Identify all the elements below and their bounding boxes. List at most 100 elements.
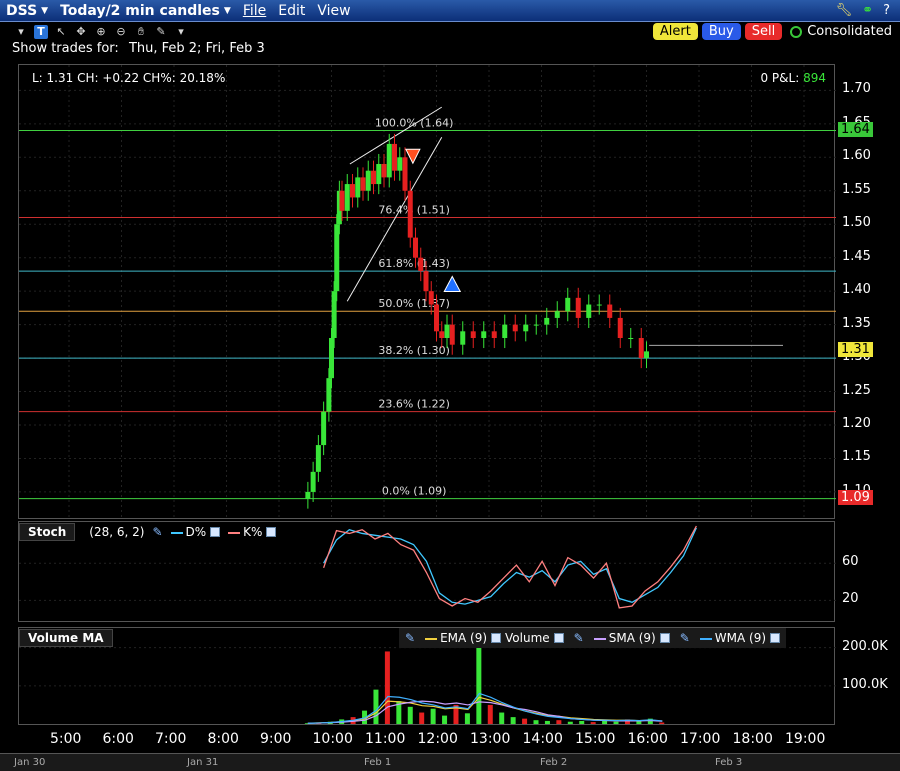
candle-body <box>397 157 403 171</box>
fib-level-label: 50.0% (1.37) <box>378 297 450 310</box>
candle-body <box>596 304 602 306</box>
volume-bar <box>567 721 573 724</box>
symbol-selector[interactable]: DSS ▼ <box>0 0 54 22</box>
volume-label: Volume <box>505 631 550 645</box>
candle-body <box>360 177 366 191</box>
time-tick-label: 17:00 <box>680 731 721 747</box>
d-checkbox[interactable] <box>210 527 221 537</box>
more-icon[interactable]: ▾ <box>174 25 188 39</box>
price-chart-panel[interactable]: 100.0% (1.64) 76.4% (1.51) 61.8% (1.43) 50.… <box>18 64 836 520</box>
wma-checkbox[interactable] <box>770 633 781 643</box>
k-checkbox[interactable] <box>266 527 277 537</box>
zoom-out-icon[interactable]: ⊖ <box>114 25 128 39</box>
stoch-axis: 60 20 <box>836 521 900 622</box>
settings-icon[interactable]: ✎ <box>152 525 162 539</box>
consolidated-label: Consolidated <box>807 24 892 39</box>
stoch-title[interactable]: Stoch <box>19 523 76 541</box>
k-label: K% <box>243 525 263 539</box>
trades-days: Thu, Feb 2; Fri, Feb 3 <box>128 41 265 56</box>
candle-body <box>502 324 508 338</box>
time-tick-label: 19:00 <box>785 731 826 747</box>
buy-marker <box>443 275 462 292</box>
candle-body <box>554 311 560 318</box>
candle-body <box>565 297 571 312</box>
sma-checkbox[interactable] <box>659 633 670 643</box>
candle-body <box>423 271 429 292</box>
price-tick-label: 1.60 <box>842 148 871 164</box>
date-axis[interactable]: Jan 30 Jan 31 Feb 1 Feb 2 Feb 3 <box>0 753 900 771</box>
trades-filter[interactable]: Show trades for: Thu, Feb 2; Fri, Feb 3 <box>12 41 271 56</box>
pnl-display: 0 P&L: 894 <box>760 71 826 85</box>
fib-level-label: 61.8% (1.43) <box>378 257 450 270</box>
stoch-series-line <box>323 527 697 605</box>
candle-body <box>644 351 649 359</box>
volume-bar <box>544 720 550 724</box>
ema-checkbox[interactable] <box>491 633 502 643</box>
time-tick-label: 15:00 <box>575 731 616 747</box>
menu-file[interactable]: File <box>237 0 272 22</box>
candle-body <box>344 184 350 211</box>
candle-body <box>321 411 327 446</box>
stoch-header: Stoch (28, 6, 2) ✎ D% K% <box>19 522 277 542</box>
zoom-in-icon[interactable]: ⊕ <box>94 25 108 39</box>
chevron-down-icon: ▼ <box>41 5 49 16</box>
settings-icon[interactable]: ✎ <box>405 631 415 645</box>
d-line-key <box>170 531 183 534</box>
candle-body <box>334 224 340 292</box>
candle-body <box>376 164 382 185</box>
volume-bar <box>419 712 425 724</box>
volume-bar <box>442 715 448 724</box>
volume-bar <box>579 720 585 724</box>
volume-checkbox[interactable] <box>553 633 564 643</box>
candle-body <box>305 491 311 499</box>
menu-view[interactable]: View <box>311 0 356 22</box>
candle-body <box>444 324 450 338</box>
drawing-tool-icon[interactable]: ✎ <box>154 25 168 39</box>
pnl-label: 0 P&L: <box>760 71 800 85</box>
window-controls: 🔧︎ ⚭ ? <box>836 3 900 18</box>
stoch-panel[interactable]: Stoch (28, 6, 2) ✎ D% K% <box>18 521 836 622</box>
timeframe-label: Today/2 min candles <box>60 2 220 19</box>
buy-button[interactable]: Buy <box>701 23 741 40</box>
candle-body <box>350 184 355 198</box>
candle-body <box>523 324 529 332</box>
low-price-tag: 1.09 <box>838 489 873 505</box>
menu-edit[interactable]: Edit <box>272 0 311 22</box>
volume-bar <box>533 720 539 724</box>
volume-title[interactable]: Volume MA <box>19 629 113 647</box>
time-tick-label: 8:00 <box>207 731 239 747</box>
cursor-icon[interactable]: ↖ <box>54 25 68 39</box>
consolidated-toggle[interactable]: Consolidated <box>786 24 892 39</box>
text-tool-button[interactable]: T <box>34 24 48 39</box>
candle-body <box>418 257 424 272</box>
timeframe-selector[interactable]: Today/2 min candles ▼ <box>54 0 237 22</box>
stoch-series-line <box>323 525 697 609</box>
stoch-tick-label: 20 <box>842 591 859 607</box>
settings-icon[interactable]: ✎ <box>574 631 584 645</box>
dropdown-icon[interactable]: ▾ <box>14 25 28 39</box>
pan-icon[interactable]: ✋︎ <box>134 25 148 39</box>
price-info: L: 1.31 CH: +0.22 CH%: 20.18% <box>32 71 226 85</box>
volume-bar <box>510 717 516 724</box>
alert-button[interactable]: Alert <box>652 23 698 40</box>
date-tick-label: Feb 1 <box>364 757 392 768</box>
crosshair-icon[interactable]: ✥ <box>74 25 88 39</box>
candle-body <box>326 378 332 412</box>
volume-bar <box>430 708 436 724</box>
time-tick-label: 9:00 <box>260 731 292 747</box>
volume-ma-line <box>307 692 663 724</box>
volume-bar <box>476 641 482 724</box>
candle-body <box>434 304 439 332</box>
candle-body <box>329 338 334 379</box>
wrench-icon[interactable]: 🔧︎ <box>836 3 853 18</box>
help-icon[interactable]: ? <box>883 3 890 18</box>
settings-icon[interactable]: ✎ <box>680 631 690 645</box>
candle-body <box>371 170 376 185</box>
sell-button[interactable]: Sell <box>744 23 783 40</box>
date-tick-label: Feb 3 <box>715 757 743 768</box>
link-icon[interactable]: ⚭ <box>862 3 873 18</box>
volume-panel[interactable]: Volume MA ✎ EMA (9) Volume ✎ SMA (9) ✎ W… <box>18 627 836 725</box>
volume-tick-label: 100.0K <box>842 676 888 692</box>
candle-body <box>586 304 592 318</box>
date-tick-label: Jan 30 <box>14 757 46 768</box>
